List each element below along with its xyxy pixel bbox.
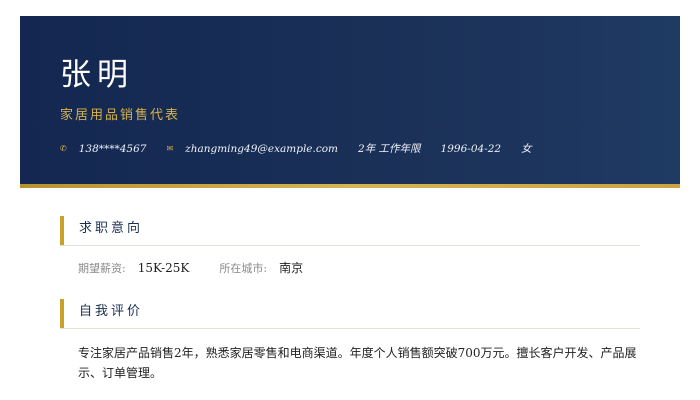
city-value: 南京: [279, 261, 304, 275]
phone-icon: ✆: [60, 144, 67, 154]
section-head-summary: 自我评价: [60, 299, 640, 329]
resume-page: 张明 家居用品销售代表 ✆ 138****4567 ✉ zhangming49@…: [0, 0, 700, 400]
resume-header: 张明 家居用品销售代表 ✆ 138****4567 ✉ zhangming49@…: [20, 16, 680, 184]
contact-gender: 女: [521, 144, 532, 155]
birthdate: 1996-04-22: [440, 143, 502, 155]
salary-value: 15K-25K: [137, 261, 190, 275]
contact-experience: 2年 工作年限: [358, 144, 421, 155]
contact-row: ✆ 138****4567 ✉ zhangming49@example.com …: [60, 144, 532, 155]
contact-email: ✉ zhangming49@example.com: [166, 144, 338, 155]
email-icon: ✉: [166, 144, 174, 154]
section-title-intent: 求职意向: [79, 221, 144, 236]
section-accent-bar: [60, 299, 64, 328]
gender: 女: [521, 143, 532, 155]
header-gold-divider: [20, 184, 680, 188]
contact-birthdate: 1996-04-22: [441, 144, 502, 155]
section-accent-bar: [60, 216, 64, 245]
job-title: 家居用品销售代表: [60, 108, 181, 123]
email-address: zhangming49@example.com: [185, 143, 339, 155]
section-head-intent: 求职意向: [60, 216, 640, 246]
contact-phone: ✆ 138****4567: [60, 144, 146, 155]
salary-label: 期望薪资:: [78, 262, 126, 275]
phone-number: 138****4567: [78, 143, 147, 155]
candidate-name: 张明: [60, 57, 134, 93]
self-evaluation-text: 专注家居产品销售2年，熟悉家居零售和电商渠道。年度个人销售额突破700万元。擅长…: [78, 346, 637, 380]
experience-years: 2年 工作年限: [358, 143, 421, 155]
city-label: 所在城市:: [219, 262, 268, 275]
section-job-intent: 求职意向: [60, 216, 640, 246]
section-title-summary: 自我评价: [79, 304, 144, 319]
intent-info-row: 期望薪资: 15K-25K 所在城市: 南京: [78, 262, 303, 274]
section-self-evaluation: 自我评价: [60, 299, 640, 329]
